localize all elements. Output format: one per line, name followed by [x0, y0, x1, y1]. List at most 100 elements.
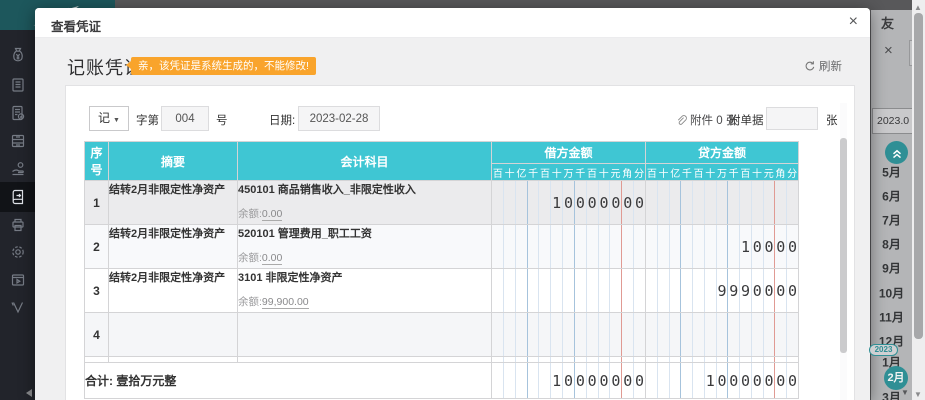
voucher-number-row: 记▼ 字第 号 日期: 附件 0 张 附单据 张 [66, 106, 854, 132]
attachment-group[interactable]: 附件 0 张 [674, 112, 737, 128]
panel-close-icon[interactable]: × [884, 42, 893, 59]
month-item[interactable]: 3月 [871, 389, 912, 400]
amount-digit-cell [599, 357, 611, 362]
dialog-scrollbar[interactable] [840, 103, 847, 400]
slips-count-input[interactable] [766, 107, 818, 130]
digit-col-label: 亿 [516, 165, 528, 180]
amount-digit-cell: 0 [610, 363, 622, 398]
amount-digit-cell [681, 225, 693, 268]
digit-col-label: 百 [586, 165, 598, 180]
amount-digit-cell [728, 181, 740, 224]
readonly-badge: 亲，该凭证是系统生成的，不能修改! [131, 57, 316, 75]
amount-digit-cell [599, 313, 611, 356]
sidebar-item-cabinet[interactable] [0, 126, 35, 156]
amount-digit-cell [658, 313, 670, 356]
month-item[interactable]: 5月 [871, 164, 912, 181]
total-debit-cell: 10000000 [492, 363, 646, 399]
amount-digit-cell: 0 [622, 181, 634, 224]
month-item[interactable]: 11月 [871, 309, 912, 326]
amount-digit-cell [775, 313, 787, 356]
app-window: 友 × 2023.0 ▼ ▲ ▼ 查看凭证 × 记账凭证 亲，该凭证是系统生成的… [0, 0, 925, 400]
amount-digit-cell [634, 313, 645, 356]
amount-digit-cell [516, 363, 528, 398]
balance-link[interactable]: 0.00 [262, 252, 282, 265]
month-item[interactable]: 10月 [871, 285, 912, 302]
amount-digit-cell [764, 181, 776, 224]
credit-amount-cell [646, 181, 799, 225]
debit-amount-cell [492, 225, 646, 269]
amount-digit-cell [693, 363, 705, 398]
amount-digit-cell [646, 313, 658, 356]
amount-digit-cell: 0 [764, 269, 776, 312]
amount-digit-cell: 0 [717, 363, 729, 398]
amount-digit-cell [740, 181, 752, 224]
digit-col-label: 百 [539, 165, 551, 180]
month-item[interactable]: 9月 [871, 260, 912, 277]
amount-digit-cell [670, 181, 682, 224]
sidebar-item-printer[interactable] [0, 210, 35, 240]
amount-digit-cell [610, 269, 622, 312]
sidebar-item-money-bag[interactable] [0, 40, 35, 70]
month-item[interactable]: 8月 [871, 236, 912, 253]
refresh-button[interactable]: 刷新 [802, 58, 842, 74]
voucher-date-input[interactable] [298, 106, 380, 131]
amount-digit-cell [539, 357, 551, 362]
sidebar-item-hand-coin[interactable] [0, 154, 35, 184]
amount-digit-cell [528, 357, 540, 362]
amount-digit-cell [492, 181, 504, 224]
slips-label: 附单据 [729, 112, 764, 128]
amount-digit-cell: 0 [587, 363, 599, 398]
voucher-word-select[interactable]: 记▼ [89, 106, 129, 131]
amount-digit-cell [610, 225, 622, 268]
sidebar-collapse-icon[interactable] [26, 389, 32, 397]
amount-digit-cell: 0 [587, 181, 599, 224]
sidebar-item-ledger[interactable] [0, 70, 35, 100]
hand-coin-icon [9, 160, 27, 178]
amount-digit-cell [787, 357, 798, 362]
sidebar-item-voucher-book[interactable] [0, 182, 35, 212]
amount-digit-cell [622, 225, 634, 268]
paperclip-icon [674, 114, 687, 127]
digit-col-label: 十 [551, 165, 563, 180]
sidebar-item-v-logo[interactable] [0, 292, 35, 322]
amount-digit-cell [717, 313, 729, 356]
dialog-scrollbar-thumb[interactable] [840, 138, 847, 353]
balance-link[interactable]: 0.00 [262, 208, 282, 221]
amount-digit-cell [634, 269, 645, 312]
month-item[interactable]: 7月 [871, 212, 912, 229]
amount-digit-cell: 0 [575, 363, 587, 398]
amount-digit-cell [563, 313, 575, 356]
sidebar-item-doc-edit[interactable] [0, 98, 35, 128]
scroll-to-top-button[interactable] [885, 141, 908, 164]
month-item-active[interactable]: 2月 [884, 366, 908, 390]
amount-digit-cell [693, 225, 705, 268]
amount-digit-cell [670, 225, 682, 268]
balance-link[interactable]: 99,900.00 [262, 296, 309, 309]
cabinet-icon [9, 132, 27, 150]
amount-digit-cell: 0 [787, 269, 798, 312]
amount-digit-cell [563, 357, 575, 362]
digit-col-label: 角 [775, 165, 787, 180]
row-seq: 2 [85, 225, 109, 269]
amount-digit-cell [551, 313, 563, 356]
amount-digit-cell: 9 [717, 269, 729, 312]
sidebar-item-settings[interactable] [0, 237, 35, 267]
amount-digit-cell [646, 181, 658, 224]
scrollbar-down-icon[interactable]: ▼ [914, 390, 922, 399]
amount-digit-cell [551, 225, 563, 268]
row-summary: 结转2月非限定性净资产 [109, 181, 238, 225]
sidebar-item-video[interactable] [0, 265, 35, 295]
ledger-icon [9, 76, 27, 94]
total-row: 合计: 壹拾万元整 10000000 10000000 [85, 363, 799, 399]
digit-col-label: 万 [563, 165, 575, 180]
amount-digit-cell [681, 313, 693, 356]
amount-digit-cell [658, 357, 670, 362]
amount-digit-cell [516, 313, 528, 356]
month-item[interactable]: 6月 [871, 188, 912, 205]
page-scrollbar-thumb[interactable] [914, 13, 923, 339]
doc-edit-icon [9, 104, 27, 122]
scrollbar-up-icon[interactable]: ▲ [914, 3, 922, 12]
digit-col-label: 百 [740, 165, 752, 180]
voucher-number-input[interactable] [161, 106, 209, 131]
dialog-close-icon[interactable]: × [849, 13, 858, 31]
